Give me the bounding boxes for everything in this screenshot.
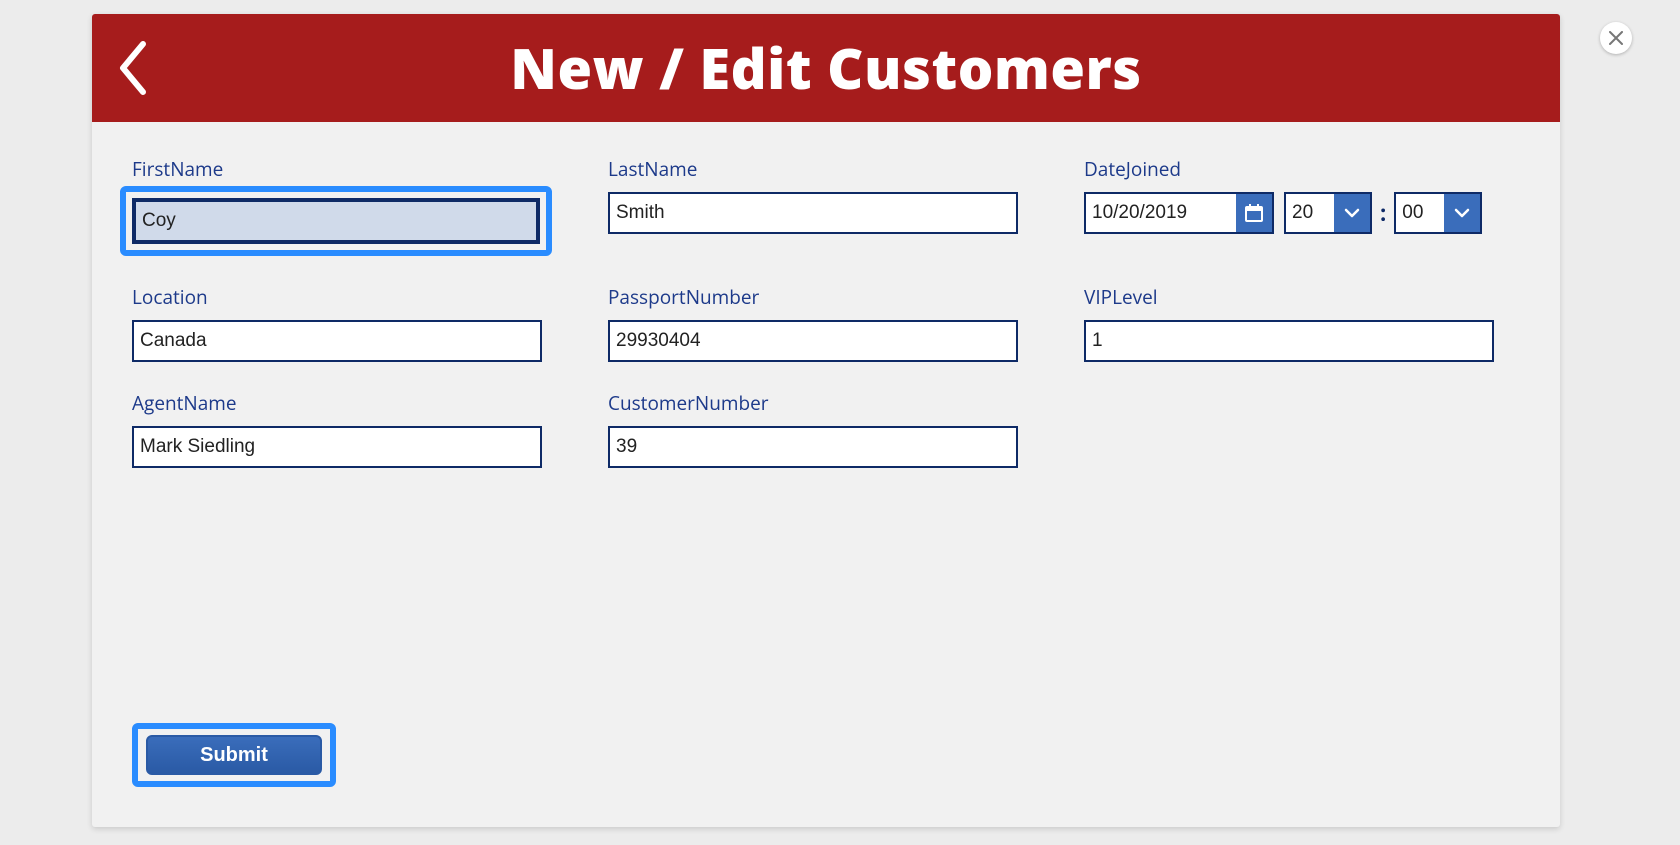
form-body: FirstName LastName DateJoined bbox=[92, 122, 1560, 488]
minute-dropdown-button[interactable] bbox=[1444, 194, 1480, 232]
chevron-down-icon bbox=[1453, 204, 1471, 222]
agent-name-input[interactable] bbox=[132, 426, 542, 468]
header-bar: New / Edit Customers bbox=[92, 14, 1560, 122]
submit-highlight: Submit bbox=[132, 723, 336, 787]
field-date-joined: DateJoined bbox=[1084, 156, 1544, 234]
field-customer-number: CustomerNumber bbox=[608, 390, 1068, 468]
last-name-input[interactable] bbox=[608, 192, 1018, 234]
close-icon bbox=[1609, 31, 1623, 45]
customer-number-input[interactable] bbox=[608, 426, 1018, 468]
passport-number-label: PassportNumber bbox=[608, 284, 1068, 310]
field-location: Location bbox=[132, 284, 592, 362]
page-title: New / Edit Customers bbox=[92, 30, 1560, 106]
vip-level-input[interactable] bbox=[1084, 320, 1494, 362]
field-agent-name: AgentName bbox=[132, 390, 592, 468]
last-name-label: LastName bbox=[608, 156, 1068, 182]
calendar-icon bbox=[1244, 203, 1264, 223]
location-label: Location bbox=[132, 284, 592, 310]
submit-button[interactable]: Submit bbox=[146, 735, 322, 775]
location-input[interactable] bbox=[132, 320, 542, 362]
app-root: New / Edit Customers FirstName LastName … bbox=[0, 0, 1680, 845]
field-vip-level: VIPLevel bbox=[1084, 284, 1544, 362]
form-panel: New / Edit Customers FirstName LastName … bbox=[92, 14, 1560, 827]
hour-dropdown-button[interactable] bbox=[1334, 194, 1370, 232]
first-name-input[interactable] bbox=[132, 198, 540, 244]
field-passport-number: PassportNumber bbox=[608, 284, 1068, 362]
form-footer: Submit bbox=[132, 723, 336, 787]
date-joined-row: : bbox=[1084, 192, 1544, 234]
first-name-highlight bbox=[120, 186, 552, 256]
customer-number-label: CustomerNumber bbox=[608, 390, 1068, 416]
field-first-name: FirstName bbox=[132, 156, 592, 256]
date-joined-hour bbox=[1284, 192, 1372, 234]
time-separator: : bbox=[1380, 198, 1386, 228]
date-joined-minute bbox=[1394, 192, 1482, 234]
field-last-name: LastName bbox=[608, 156, 1068, 234]
close-button[interactable] bbox=[1600, 22, 1632, 54]
date-joined-label: DateJoined bbox=[1084, 156, 1544, 182]
agent-name-label: AgentName bbox=[132, 390, 592, 416]
date-joined-date bbox=[1084, 192, 1274, 234]
date-joined-hour-input[interactable] bbox=[1286, 194, 1334, 232]
calendar-button[interactable] bbox=[1236, 194, 1272, 232]
date-joined-minute-input[interactable] bbox=[1396, 194, 1444, 232]
chevron-down-icon bbox=[1343, 204, 1361, 222]
vip-level-label: VIPLevel bbox=[1084, 284, 1544, 310]
passport-number-input[interactable] bbox=[608, 320, 1018, 362]
first-name-label: FirstName bbox=[132, 156, 592, 182]
date-joined-date-input[interactable] bbox=[1086, 194, 1236, 232]
